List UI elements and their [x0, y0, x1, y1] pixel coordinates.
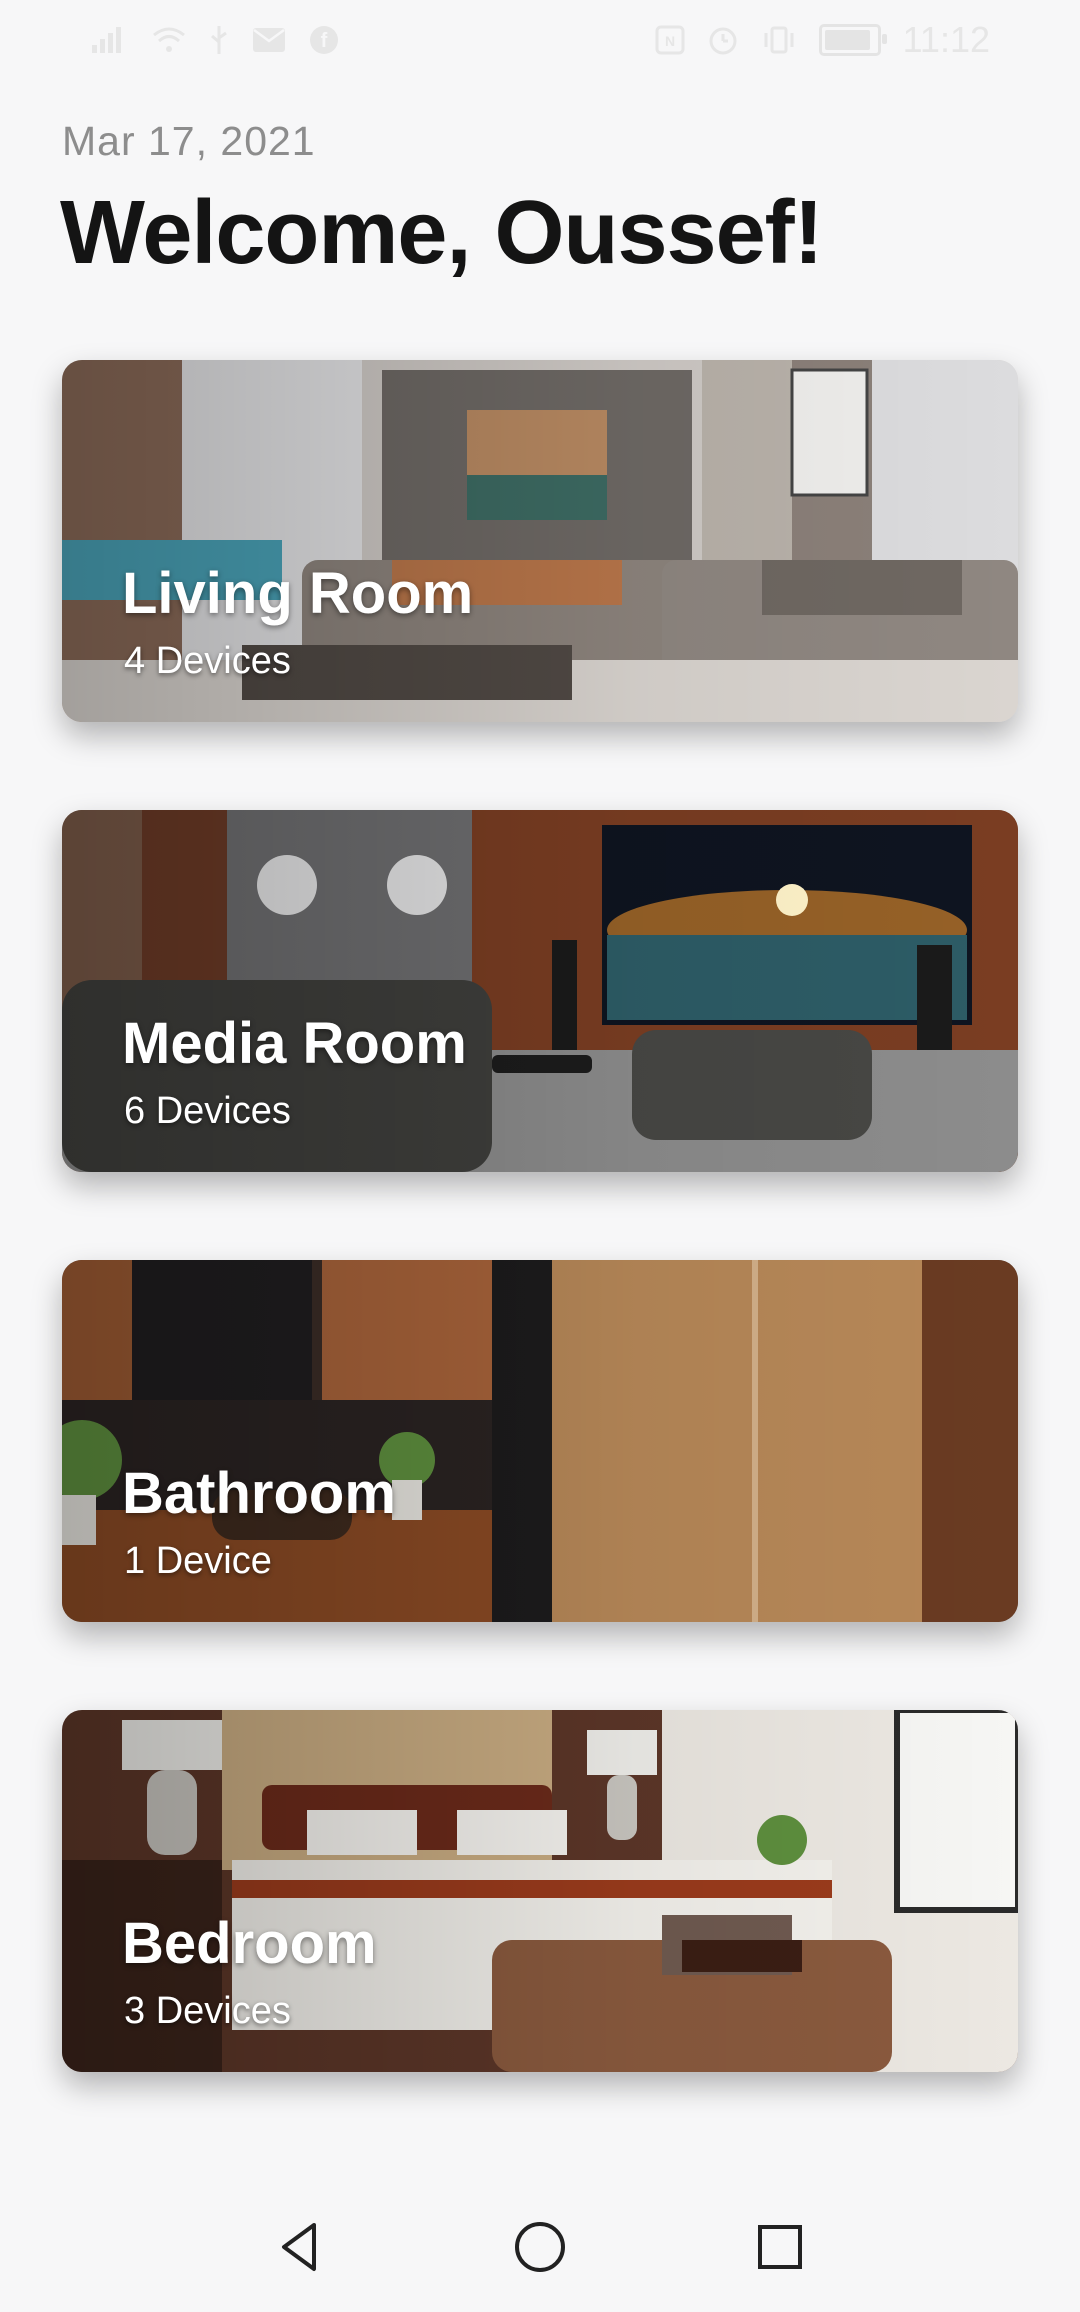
home-screen: f N 11:12 Mar 17, 2021 Welcome, Oussef! … [0, 0, 1080, 2312]
wifi-icon [153, 27, 185, 52]
mail-icon [253, 28, 285, 52]
nav-back-button[interactable] [255, 2202, 345, 2292]
current-date: Mar 17, 2021 [62, 118, 316, 164]
room-card-media-room[interactable]: Media Room 6 Devices [62, 810, 1018, 1172]
nfc-icon: N [655, 25, 685, 55]
recents-icon [758, 2225, 802, 2269]
room-list: Living Room 4 Devices Media Room 6 Devic… [62, 360, 1018, 2160]
messenger-icon: f [310, 26, 338, 54]
system-nav-bar [0, 2182, 1080, 2312]
room-device-count: 3 Devices [124, 1990, 291, 2032]
room-card-bathroom[interactable]: Bathroom 1 Device [62, 1260, 1018, 1622]
room-device-count: 4 Devices [124, 640, 291, 682]
back-icon [282, 2223, 316, 2271]
nav-recents-button[interactable] [735, 2202, 825, 2292]
status-bar: f N 11:12 [0, 0, 1080, 80]
nav-home-button[interactable] [495, 2202, 585, 2292]
battery-level [824, 30, 870, 50]
room-device-count: 6 Devices [124, 1090, 291, 1132]
room-device-count: 1 Device [124, 1540, 272, 1582]
usb-icon [211, 26, 227, 54]
room-card-living-room[interactable]: Living Room 4 Devices [62, 360, 1018, 722]
welcome-title: Welcome, Oussef! [60, 183, 824, 283]
alarm-icon [709, 27, 737, 55]
room-name: Bedroom [122, 1911, 377, 1976]
status-time: 11:12 [902, 19, 990, 60]
room-name: Bathroom [122, 1461, 396, 1526]
svg-text:N: N [665, 33, 675, 49]
svg-text:f: f [321, 30, 328, 52]
home-icon [515, 2222, 565, 2272]
room-name: Living Room [122, 561, 474, 626]
battery-icon [818, 24, 887, 56]
room-card-bedroom[interactable]: Bedroom 3 Devices [62, 1710, 1018, 2072]
status-left-icons: f [90, 24, 340, 56]
vibrate-icon [764, 26, 794, 54]
signal-icon [92, 27, 121, 53]
room-name: Media Room [122, 1011, 467, 1076]
status-right-icons: N 11:12 [655, 19, 990, 61]
